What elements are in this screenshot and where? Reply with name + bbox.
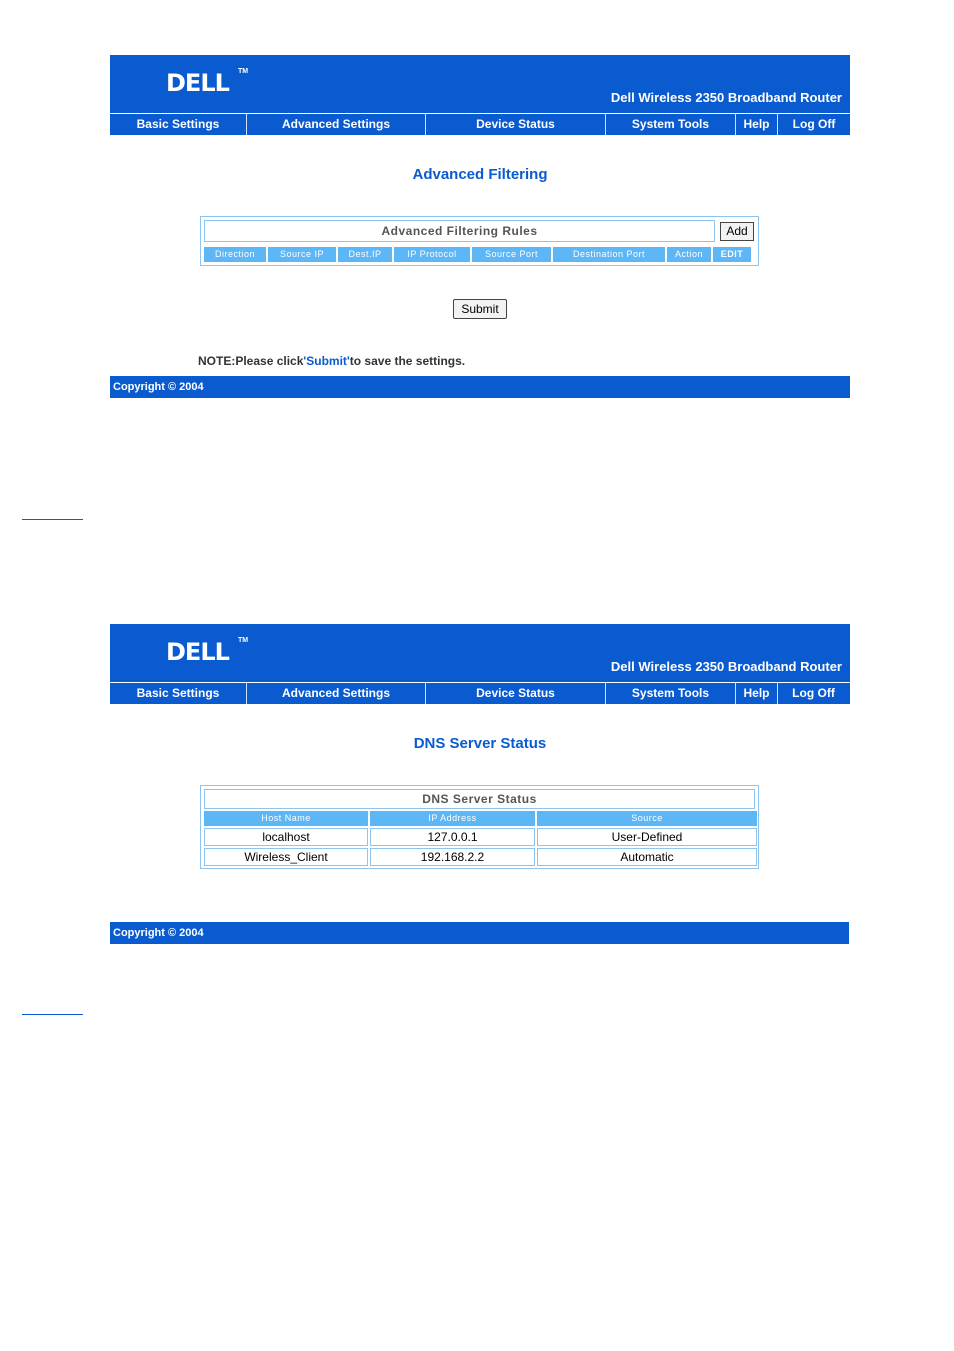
nav-basic-settings[interactable]: Basic Settings xyxy=(110,683,247,704)
dell-logo-tm: TM xyxy=(238,637,249,644)
submit-button[interactable]: Submit xyxy=(453,299,507,319)
separator-line xyxy=(22,1014,83,1015)
col-direction: Direction xyxy=(204,247,266,262)
dns-grid: Host Name IP Address Source localhost 12… xyxy=(204,811,757,868)
nav-help[interactable]: Help xyxy=(736,683,778,704)
col-destination-port: Destination Port xyxy=(553,247,665,262)
col-ip-address: IP Address xyxy=(370,811,535,826)
rules-table-title: Advanced Filtering Rules xyxy=(204,220,715,242)
dell-logo: DELL TM xyxy=(166,637,249,666)
add-rule-button[interactable]: Add xyxy=(720,222,754,241)
page-title: DNS Server Status xyxy=(413,735,547,752)
col-edit: EDIT xyxy=(713,247,751,262)
table-row: localhost 127.0.0.1 User-Defined xyxy=(204,828,757,846)
cell-host-name: localhost xyxy=(204,828,368,846)
cell-source: User-Defined xyxy=(537,828,757,846)
nav-system-tools[interactable]: System Tools xyxy=(606,683,736,704)
main-nav: Basic Settings Advanced Settings Device … xyxy=(110,682,850,704)
dns-header-row: Host Name IP Address Source xyxy=(204,811,757,826)
col-ip-protocol: IP Protocol xyxy=(394,247,470,262)
dns-table-title: DNS Server Status xyxy=(204,789,755,809)
col-source-ip: Source IP xyxy=(268,247,336,262)
product-name: Dell Wireless 2350 Broadband Router xyxy=(610,659,842,674)
col-source: Source xyxy=(537,811,757,826)
footer-copyright: Copyright © 2004 xyxy=(110,922,849,944)
col-action: Action xyxy=(667,247,711,262)
nav-log-off[interactable]: Log Off xyxy=(778,683,849,704)
cell-ip-address: 127.0.0.1 xyxy=(370,828,535,846)
nav-device-status[interactable]: Device Status xyxy=(426,114,606,135)
col-source-port: Source Port xyxy=(472,247,551,262)
nav-basic-settings[interactable]: Basic Settings xyxy=(110,114,247,135)
page-title: Advanced Filtering xyxy=(412,166,548,183)
header-banner: DELL TM Dell Wireless 2350 Broadband Rou… xyxy=(110,624,850,682)
nav-log-off[interactable]: Log Off xyxy=(778,114,850,135)
dell-logo: DELL TM xyxy=(166,68,249,97)
header-banner: DELL TM Dell Wireless 2350 Broadband Rou… xyxy=(110,55,850,113)
nav-system-tools[interactable]: System Tools xyxy=(606,114,736,135)
col-dest-ip: Dest.IP xyxy=(338,247,392,262)
note-suffix: to save the settings. xyxy=(349,354,466,368)
filtering-rules-table: Advanced Filtering Rules Add Direction S… xyxy=(200,216,759,266)
cell-host-name: Wireless_Client xyxy=(204,848,368,866)
footer-copyright: Copyright © 2004 xyxy=(110,376,850,398)
dns-server-status-screen: DELL TM Dell Wireless 2350 Broadband Rou… xyxy=(110,624,850,945)
dell-logo-tm: TM xyxy=(238,68,249,75)
note-prefix: NOTE:Please click xyxy=(198,354,304,368)
main-nav: Basic Settings Advanced Settings Device … xyxy=(110,113,850,135)
cell-ip-address: 192.168.2.2 xyxy=(370,848,535,866)
dns-status-table: DNS Server Status Host Name IP Address S… xyxy=(200,785,759,869)
table-row: Wireless_Client 192.168.2.2 Automatic xyxy=(204,848,757,866)
note-submit-link: 'Submit' xyxy=(303,354,350,368)
nav-device-status[interactable]: Device Status xyxy=(426,683,606,704)
col-host-name: Host Name xyxy=(204,811,368,826)
product-name: Dell Wireless 2350 Broadband Router xyxy=(610,90,842,105)
nav-help[interactable]: Help xyxy=(736,114,778,135)
rules-header-row: Direction Source IP Dest.IP IP Protocol … xyxy=(204,247,751,262)
dell-logo-text: DELL xyxy=(166,69,230,97)
nav-advanced-settings[interactable]: Advanced Settings xyxy=(247,683,426,704)
cell-source: Automatic xyxy=(537,848,757,866)
separator-line xyxy=(22,519,83,520)
nav-advanced-settings[interactable]: Advanced Settings xyxy=(247,114,426,135)
save-note: NOTE:Please click'Submit'to save the set… xyxy=(198,354,465,368)
advanced-filtering-screen: DELL TM Dell Wireless 2350 Broadband Rou… xyxy=(110,55,850,398)
dell-logo-text: DELL xyxy=(166,638,230,666)
